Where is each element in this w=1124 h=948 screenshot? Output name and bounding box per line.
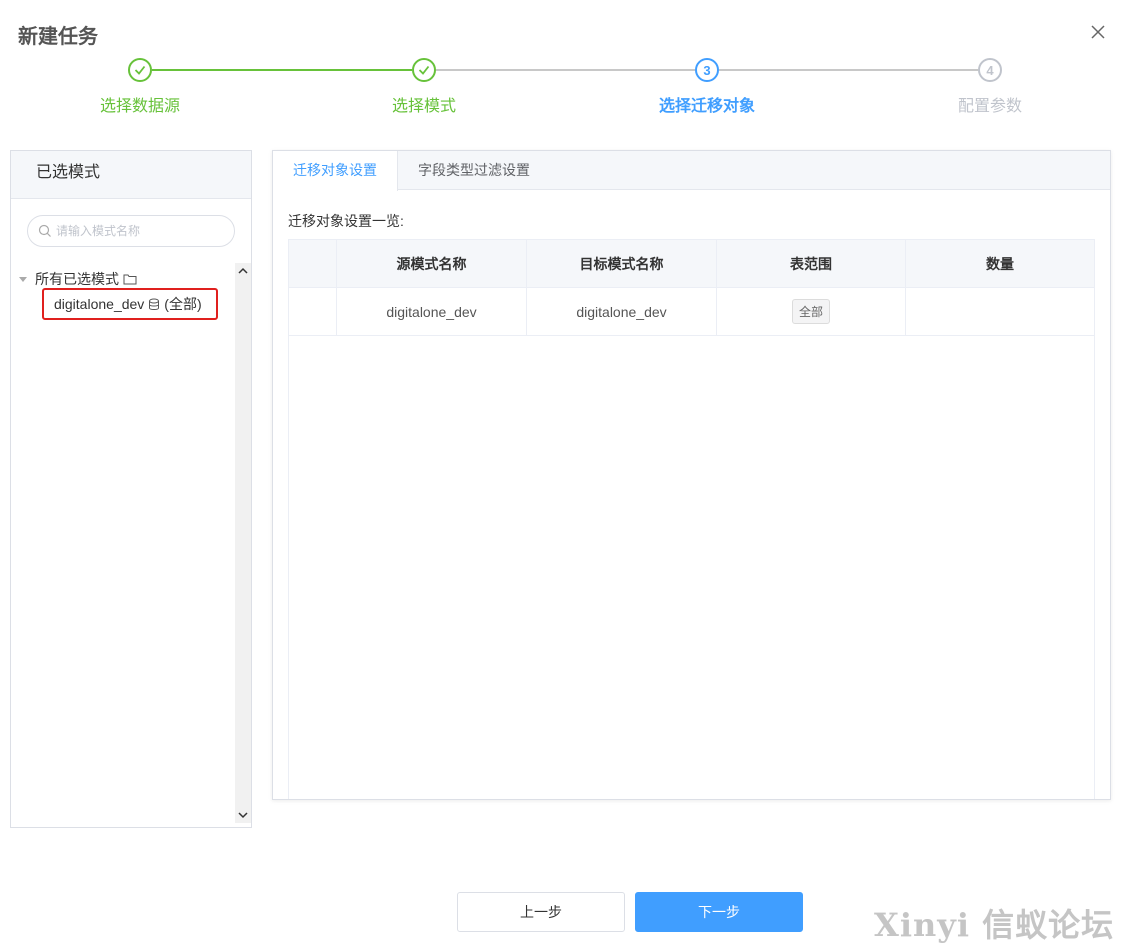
- step-number: 4: [978, 58, 1002, 82]
- table-header: 源模式名称 目标模式名称 表范围 数量: [289, 240, 1094, 288]
- next-step-button[interactable]: 下一步: [635, 892, 803, 932]
- panel-title: 已选模式: [11, 151, 251, 199]
- column-header-target-schema: 目标模式名称: [527, 240, 717, 287]
- tree-node-digitalone-dev[interactable]: digitalone_dev (全部): [42, 288, 218, 320]
- chevron-up-icon[interactable]: [238, 266, 248, 276]
- tab-field-type-filter[interactable]: 字段类型过滤设置: [398, 151, 550, 190]
- migration-object-table: 源模式名称 目标模式名称 表范围 数量 digitalone_dev digit…: [288, 239, 1095, 799]
- scope-tag[interactable]: 全部: [791, 299, 830, 324]
- forum-watermark: Xinyi 信蚁论坛: [874, 906, 1115, 944]
- tree-node-label: digitalone_dev: [54, 296, 145, 312]
- step-label: 选择迁移对象: [658, 98, 755, 115]
- schema-search-input[interactable]: 请输入模式名称: [27, 215, 235, 247]
- step-label: 选择数据源: [99, 98, 180, 115]
- step-select-datasource: 选择数据源: [60, 58, 220, 116]
- step-configure-params: 4 配置参数: [910, 58, 1070, 116]
- previous-step-button[interactable]: 上一步: [457, 892, 625, 932]
- caret-down-icon[interactable]: [19, 276, 27, 282]
- search-placeholder: 请输入模式名称: [56, 224, 141, 238]
- step-select-schema: 选择模式: [344, 58, 504, 116]
- chevron-down-icon[interactable]: [238, 810, 248, 820]
- selected-schema-panel: 已选模式 请输入模式名称 所有已选模式 digitalone_dev (全部): [10, 150, 252, 828]
- tree-node-suffix: (全部): [164, 296, 202, 312]
- folder-icon: [123, 274, 137, 285]
- step-label: 选择模式: [391, 98, 456, 115]
- tab-migration-object-settings[interactable]: 迁移对象设置: [273, 151, 398, 191]
- cell-count: [906, 288, 1094, 335]
- close-icon[interactable]: [1088, 22, 1108, 42]
- step-number: 3: [695, 58, 719, 82]
- cell-index: [289, 288, 337, 335]
- close-button[interactable]: [1088, 22, 1108, 42]
- cell-target-schema: digitalone_dev: [527, 288, 717, 335]
- table-row[interactable]: digitalone_dev digitalone_dev 全部: [289, 288, 1094, 336]
- tab-bar: 迁移对象设置 字段类型过滤设置: [273, 151, 1110, 191]
- column-header-source-schema: 源模式名称: [337, 240, 527, 287]
- schema-tree: 所有已选模式 digitalone_dev (全部): [11, 263, 235, 823]
- tree-root-node[interactable]: 所有已选模式: [19, 269, 137, 289]
- database-icon: [149, 298, 160, 310]
- dialog-title: 新建任务: [18, 26, 98, 48]
- step-select-migration-objects: 3 选择迁移对象: [627, 58, 787, 116]
- column-header-index: [289, 240, 337, 287]
- overview-label: 迁移对象设置一览:: [288, 213, 404, 229]
- tree-root-label: 所有已选模式: [35, 271, 119, 287]
- migration-settings-panel: 迁移对象设置 字段类型过滤设置 迁移对象设置一览: 源模式名称 目标模式名称 表…: [272, 150, 1111, 800]
- check-icon: [128, 58, 152, 82]
- cell-table-scope: 全部: [717, 288, 906, 335]
- search-icon: [38, 224, 51, 237]
- column-header-table-scope: 表范围: [717, 240, 906, 287]
- tree-scrollbar[interactable]: [235, 263, 251, 823]
- steps-bar: 选择数据源 选择模式 3 选择迁移对象 4 配置参数: [0, 56, 1124, 126]
- check-icon: [412, 58, 436, 82]
- cell-source-schema: digitalone_dev: [337, 288, 527, 335]
- step-label: 配置参数: [957, 98, 1022, 115]
- column-header-count: 数量: [986, 255, 1014, 272]
